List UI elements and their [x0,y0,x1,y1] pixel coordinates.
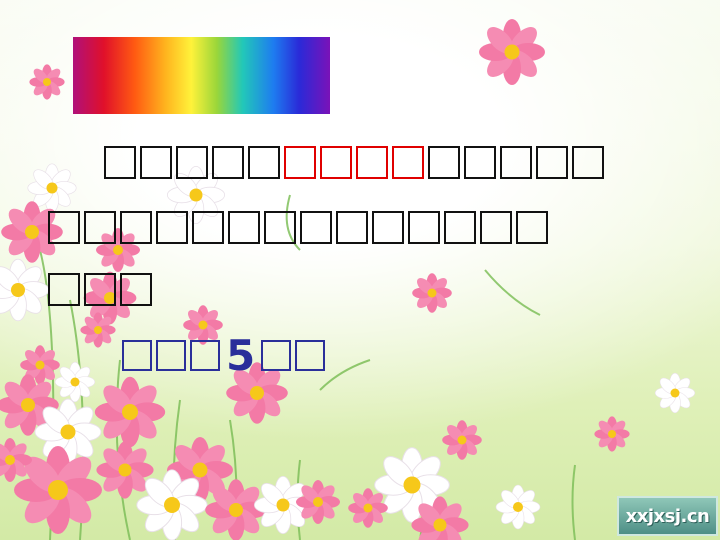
number-five: 5 [226,331,256,380]
glyph-box [212,146,244,179]
glyph-box [536,146,568,179]
slide: 5 xxjxsj.cn [0,0,720,540]
glyph-box [48,211,80,244]
glyph-box [516,211,548,244]
highlight-glyph-box [320,146,352,179]
glyph-box [228,211,260,244]
text-line-4: 5 [122,331,326,380]
glyph-box [192,211,224,244]
text-line-1 [104,146,604,179]
glyph-box [120,211,152,244]
glyph-box [176,146,208,179]
glyph-box [84,211,116,244]
glyph-box [500,146,532,179]
glyph-box [372,211,404,244]
blue-glyph-box [122,340,152,371]
glyph-box [300,211,332,244]
glyph-box [572,146,604,179]
glyph-box [140,146,172,179]
blue-glyph-box [261,340,292,371]
glyph-box [156,211,188,244]
highlight-glyph-box [356,146,388,179]
glyph-box [84,273,116,306]
blue-glyph-box [190,340,220,371]
glyph-box [428,146,460,179]
glyph-box [120,273,152,306]
glyph-box [336,211,368,244]
glyph-box [480,211,512,244]
glyph-box [444,211,476,244]
flower-decoration [0,19,696,540]
glyph-box [48,273,80,306]
blue-glyph-box [156,340,186,371]
blue-glyph-box [295,340,326,371]
glyph-box [464,146,496,179]
glyph-box [248,146,280,179]
watermark-logo: xxjxsj.cn [617,496,718,536]
text-line-3 [48,273,152,306]
text-line-2 [48,211,548,244]
highlight-glyph-box [392,146,424,179]
glyph-box [408,211,440,244]
highlight-glyph-box [284,146,316,179]
glyph-box [264,211,296,244]
glyph-box [104,146,136,179]
